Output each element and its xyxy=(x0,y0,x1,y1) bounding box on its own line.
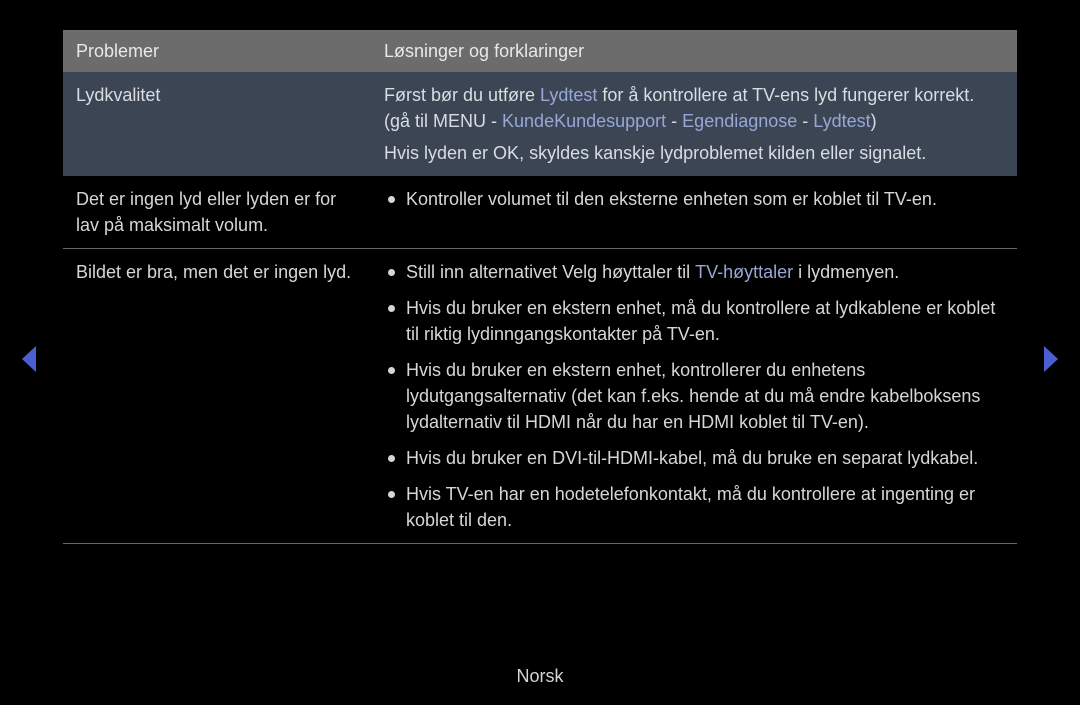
text: ) xyxy=(871,111,877,131)
text: for å kontrollere at TV-ens lyd fungerer… xyxy=(597,85,974,105)
list-item: Hvis du bruker en ekstern enhet, må du k… xyxy=(384,295,1005,347)
problem-cell: Bildet er bra, men det er ingen lyd. xyxy=(63,249,370,295)
list-item: Kontroller volumet til den eksterne enhe… xyxy=(384,186,1005,212)
solution-list: Kontroller volumet til den eksterne enhe… xyxy=(384,186,1005,212)
problem-cell: Det er ingen lyd eller lyden er for lav … xyxy=(63,176,370,248)
solution-cell: Kontroller volumet til den eksterne enhe… xyxy=(370,176,1017,222)
header-solution: Løsninger og forklaringer xyxy=(370,30,1017,72)
problem-cell: Lydkvalitet xyxy=(63,72,370,118)
solution-list: Still inn alternativet Velg høyttaler ti… xyxy=(384,259,1005,533)
text: i lydmenyen. xyxy=(793,262,899,282)
list-item: Still inn alternativet Velg høyttaler ti… xyxy=(384,259,1005,285)
solution-line: Først bør du utføre Lydtest for å kontro… xyxy=(384,82,1005,108)
text: - xyxy=(797,111,813,131)
list-item: Hvis du bruker en DVI-til-HDMI-kabel, må… xyxy=(384,445,1005,471)
text: - xyxy=(486,111,502,131)
bold-text: MENU xyxy=(433,111,486,131)
page-language-label: Norsk xyxy=(0,666,1080,687)
table-row: Det er ingen lyd eller lyden er for lav … xyxy=(63,176,1017,249)
list-item: Hvis du bruker en ekstern enhet, kontrol… xyxy=(384,357,1005,435)
header-problem: Problemer xyxy=(63,30,370,72)
text: , skyldes kanskje lydproblemet kilden el… xyxy=(519,143,926,163)
solution-cell: Først bør du utføre Lydtest for å kontro… xyxy=(370,72,1017,176)
highlight-text: Lydtest xyxy=(813,111,870,131)
solution-cell: Still inn alternativet Velg høyttaler ti… xyxy=(370,249,1017,543)
text: - xyxy=(666,111,682,131)
bold-text: OK xyxy=(493,143,519,163)
text: Hvis lyden er xyxy=(384,143,493,163)
troubleshooting-table: Problemer Løsninger og forklaringer Lydk… xyxy=(63,30,1017,544)
nav-next-button[interactable] xyxy=(1040,344,1060,374)
table-row: Bildet er bra, men det er ingen lyd. Sti… xyxy=(63,249,1017,544)
highlight-text: TV-høyttaler xyxy=(695,262,793,282)
table-header-row: Problemer Løsninger og forklaringer xyxy=(63,30,1017,72)
highlight-text: KundeKundesupport xyxy=(502,111,666,131)
highlight-text: Egendiagnose xyxy=(682,111,797,131)
text: Still inn alternativet Velg høyttaler ti… xyxy=(406,262,695,282)
solution-line: (gå til MENU - KundeKundesupport - Egend… xyxy=(384,108,1005,134)
nav-prev-button[interactable] xyxy=(20,344,40,374)
table-row: Lydkvalitet Først bør du utføre Lydtest … xyxy=(63,72,1017,176)
list-item: Hvis TV-en har en hodetelefonkontakt, må… xyxy=(384,481,1005,533)
text: (gå til xyxy=(384,111,433,131)
triangle-left-icon xyxy=(20,344,40,374)
highlight-text: Lydtest xyxy=(540,85,597,105)
triangle-right-icon xyxy=(1040,344,1060,374)
solution-line: Hvis lyden er OK, skyldes kanskje lydpro… xyxy=(384,140,1005,166)
text: Først bør du utføre xyxy=(384,85,540,105)
